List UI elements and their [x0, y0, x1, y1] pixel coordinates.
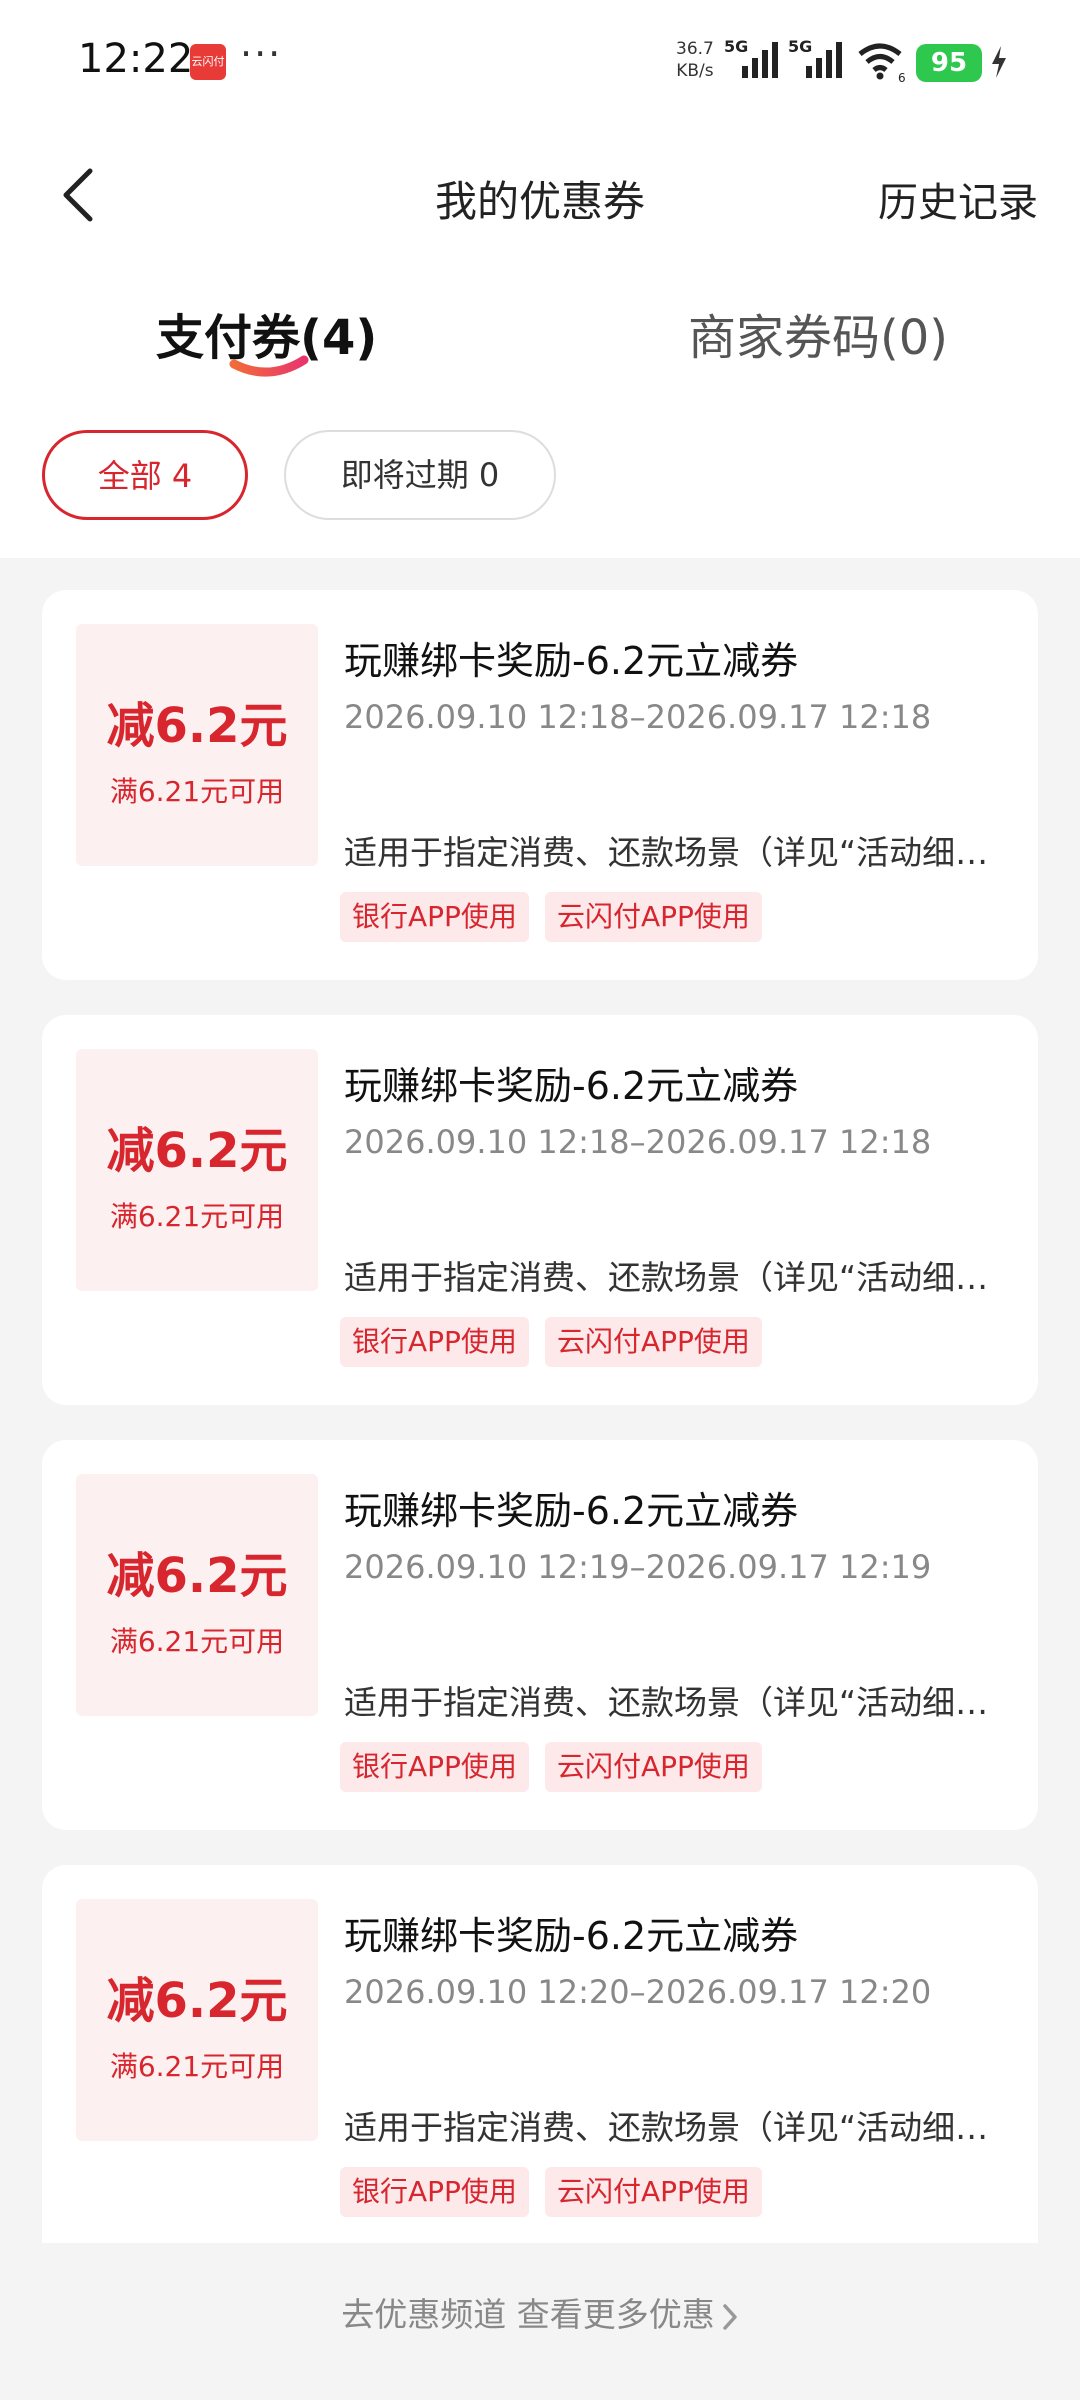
coupon-amount-panel: 减6.2元 满6.21元可用 [76, 1899, 318, 2141]
network-speed-unit: KB/s [676, 61, 714, 81]
coupon-tag: 云闪付APP使用 [544, 2167, 762, 2217]
coupon-card[interactable]: 减6.2元 满6.21元可用 玩赚绑卡奖励-6.2元立减券 2026.09.10… [42, 1865, 1038, 2243]
chevron-right-icon [723, 2303, 737, 2330]
tab-merchant-codes[interactable]: 商家券码(0) [688, 298, 948, 368]
charging-icon [992, 46, 1006, 78]
coupon-tag: 云闪付APP使用 [544, 1742, 762, 1792]
coupon-amount: 减6.2元 [106, 698, 288, 754]
coupon-amount: 减6.2元 [106, 1123, 288, 1179]
coupon-title: 玩赚绑卡奖励-6.2元立减券 [344, 1489, 799, 1533]
network-speed: 36.7 KB/s [676, 38, 714, 82]
status-bar: 12:22 云闪付 ··· 36.7 KB/s 5G 5G 6 95 [0, 0, 1080, 120]
coupon-tags: 银行APP使用 云闪付APP使用 [340, 1317, 778, 1367]
filter-expiring-chip[interactable]: 即将过期 0 [284, 430, 556, 520]
coupon-card[interactable]: 减6.2元 满6.21元可用 玩赚绑卡奖励-6.2元立减券 2026.09.10… [42, 1440, 1038, 1830]
more-notifications-icon: ··· [240, 32, 283, 76]
coupon-card[interactable]: 减6.2元 满6.21元可用 玩赚绑卡奖励-6.2元立减券 2026.09.10… [42, 590, 1038, 980]
history-button[interactable]: 历史记录 [878, 170, 1038, 228]
filter-all-chip[interactable]: 全部 4 [42, 430, 248, 520]
active-tab-indicator [229, 355, 309, 377]
unionpay-app-icon: 云闪付 [190, 44, 226, 80]
coupon-condition: 满6.21元可用 [109, 1200, 285, 1233]
coupon-card[interactable]: 减6.2元 满6.21元可用 玩赚绑卡奖励-6.2元立减券 2026.09.10… [42, 1015, 1038, 1405]
coupon-tag: 云闪付APP使用 [544, 892, 762, 942]
coupon-tag: 云闪付APP使用 [544, 1317, 762, 1367]
more-offers-link[interactable]: 去优惠频道 查看更多优惠 [0, 2288, 1080, 2336]
wifi-icon: 6 [858, 43, 906, 84]
coupon-tag: 银行APP使用 [340, 1317, 529, 1367]
coupon-condition: 满6.21元可用 [109, 2050, 285, 2083]
coupon-tags: 银行APP使用 云闪付APP使用 [340, 892, 778, 942]
coupon-title: 玩赚绑卡奖励-6.2元立减券 [344, 639, 799, 683]
coupon-tag: 银行APP使用 [340, 2167, 529, 2217]
coupon-tags: 银行APP使用 云闪付APP使用 [340, 2167, 778, 2217]
coupon-description: 适用于指定消费、还款场景（详见“活动细则”） [344, 833, 1004, 872]
coupon-description: 适用于指定消费、还款场景（详见“活动细则”） [344, 2108, 1004, 2147]
coupon-title: 玩赚绑卡奖励-6.2元立减券 [344, 1914, 799, 1958]
signal-1-label: 5G [724, 37, 748, 56]
coupon-amount: 减6.2元 [106, 1973, 288, 2029]
coupon-validity: 2026.09.10 12:18–2026.09.17 12:18 [344, 1123, 932, 1161]
coupon-title: 玩赚绑卡奖励-6.2元立减券 [344, 1064, 799, 1108]
more-offers-label: 去优惠频道 查看更多优惠 [341, 2295, 715, 2334]
coupon-tag: 银行APP使用 [340, 892, 529, 942]
coupon-amount-panel: 减6.2元 满6.21元可用 [76, 624, 318, 866]
signal-2-label: 5G [788, 37, 812, 56]
coupon-amount: 减6.2元 [106, 1548, 288, 1604]
coupon-amount-panel: 减6.2元 满6.21元可用 [76, 1474, 318, 1716]
coupon-validity: 2026.09.10 12:18–2026.09.17 12:18 [344, 698, 932, 736]
signal-icon: 5G [724, 37, 778, 78]
signal-icon: 5G [788, 37, 842, 78]
network-speed-value: 36.7 [676, 39, 714, 59]
coupon-validity: 2026.09.10 12:20–2026.09.17 12:20 [344, 1973, 932, 2011]
coupon-amount-panel: 减6.2元 满6.21元可用 [76, 1049, 318, 1291]
coupon-condition: 满6.21元可用 [109, 775, 285, 808]
coupon-tags: 银行APP使用 云闪付APP使用 [340, 1742, 778, 1792]
battery-icon: 95 [916, 44, 982, 82]
wifi-label: 6 [898, 71, 906, 84]
status-time: 12:22 [78, 36, 194, 82]
coupon-validity: 2026.09.10 12:19–2026.09.17 12:19 [344, 1548, 932, 1586]
coupon-tag: 银行APP使用 [340, 1742, 529, 1792]
coupon-description: 适用于指定消费、还款场景（详见“活动细则”） [344, 1683, 1004, 1722]
coupon-description: 适用于指定消费、还款场景（详见“活动细则”） [344, 1258, 1004, 1297]
coupon-condition: 满6.21元可用 [109, 1625, 285, 1658]
